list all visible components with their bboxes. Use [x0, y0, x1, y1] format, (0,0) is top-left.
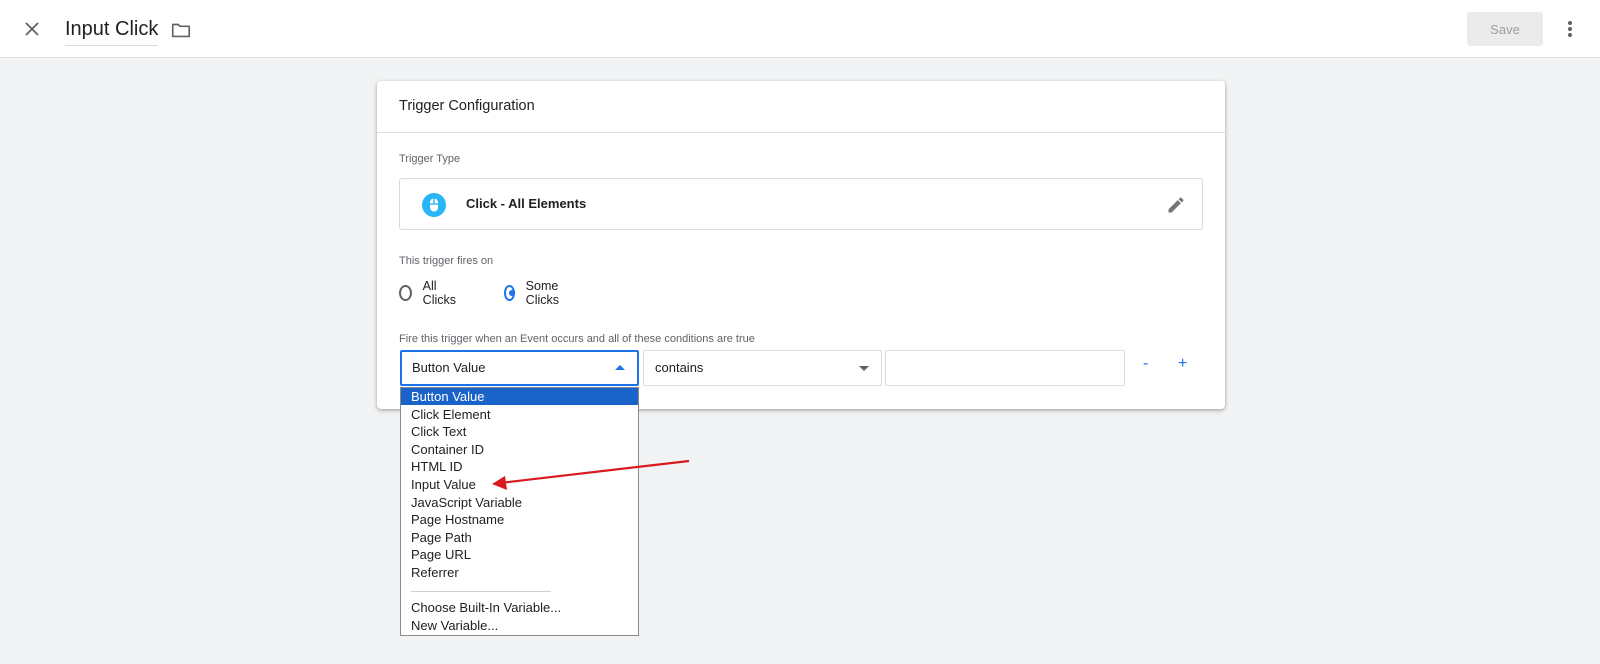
- radio-label: All Clicks: [422, 279, 457, 307]
- folder-icon[interactable]: [170, 19, 192, 41]
- remove-condition-button[interactable]: -: [1143, 355, 1148, 373]
- trigger-type-label: Trigger Type: [399, 153, 461, 165]
- dropdown-item-page-path[interactable]: Page Path: [401, 529, 638, 546]
- dropdown-item-referrer[interactable]: Referrer: [401, 564, 638, 581]
- dropdown-item-html-id[interactable]: HTML ID: [401, 458, 638, 475]
- radio-all-clicks[interactable]: All Clicks: [399, 279, 459, 307]
- radio-label: Some Clicks: [525, 279, 560, 307]
- variable-dropdown-list: Button Value Click Element Click Text Co…: [400, 387, 639, 636]
- condition-label: Fire this trigger when an Event occurs a…: [399, 333, 755, 345]
- radio-some-clicks[interactable]: Some Clicks: [504, 279, 564, 307]
- top-bar: Input Click Save: [0, 0, 1600, 58]
- close-icon[interactable]: [20, 17, 44, 41]
- dropdown-item-container-id[interactable]: Container ID: [401, 441, 638, 458]
- dropdown-item-page-hostname[interactable]: Page Hostname: [401, 511, 638, 528]
- trigger-configuration-card: Trigger Configuration Trigger Type Click…: [377, 81, 1225, 409]
- edit-pencil-icon[interactable]: [1166, 195, 1186, 215]
- dropdown-item-click-text[interactable]: Click Text: [401, 423, 638, 440]
- radio-unchecked-icon: [399, 285, 412, 301]
- fires-on-label: This trigger fires on: [399, 255, 494, 267]
- dropdown-item-choose-built-in-variable[interactable]: Choose Built-In Variable...: [401, 599, 638, 616]
- trigger-name-field[interactable]: Input Click: [65, 17, 159, 46]
- trigger-type-selector[interactable]: Click - All Elements: [399, 178, 1203, 230]
- radio-checked-icon: [504, 285, 515, 301]
- add-condition-button[interactable]: +: [1178, 355, 1187, 373]
- arrow-up-icon: [615, 365, 625, 370]
- variable-select-value: Button Value: [412, 360, 486, 375]
- more-vert-icon[interactable]: [1558, 17, 1582, 41]
- operator-select-value: contains: [655, 360, 704, 375]
- dropdown-item-button-value[interactable]: Button Value: [401, 388, 638, 405]
- dropdown-item-new-variable[interactable]: New Variable...: [401, 617, 638, 634]
- dropdown-item-javascript-variable[interactable]: JavaScript Variable: [401, 494, 638, 511]
- dropdown-divider: [411, 591, 551, 592]
- variable-select[interactable]: Button Value: [400, 350, 639, 386]
- mouse-icon: [422, 193, 446, 217]
- dropdown-item-input-value[interactable]: Input Value: [401, 476, 638, 493]
- dropdown-item-click-element[interactable]: Click Element: [401, 406, 638, 423]
- operator-select[interactable]: contains: [643, 350, 882, 386]
- arrow-down-icon: [859, 366, 869, 371]
- save-button[interactable]: Save: [1467, 12, 1543, 46]
- card-title: Trigger Configuration: [377, 81, 1225, 133]
- trigger-type-name: Click - All Elements: [466, 196, 587, 211]
- dropdown-item-page-url[interactable]: Page URL: [401, 546, 638, 563]
- condition-value-input[interactable]: [885, 350, 1125, 386]
